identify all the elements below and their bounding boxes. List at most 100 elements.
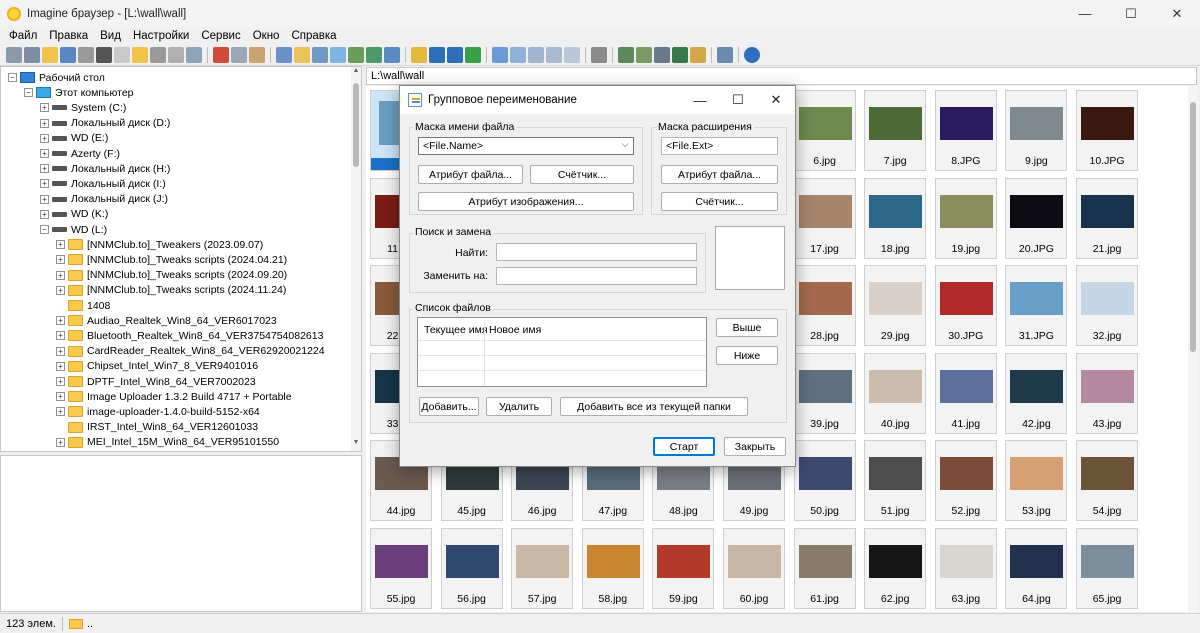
folder-tree-icon[interactable] — [294, 47, 310, 63]
save-icon[interactable] — [60, 47, 76, 63]
batch-icon[interactable] — [636, 47, 652, 63]
copy-icon[interactable] — [231, 47, 247, 63]
thumbnail-cell[interactable]: 10.JPG — [1076, 90, 1138, 171]
thumbnail-cell[interactable]: 62.jpg — [864, 527, 927, 609]
tree-item[interactable]: + Audiao_Realtek_Win8_64_VER6017023 — [56, 313, 277, 328]
properties-icon[interactable] — [114, 47, 130, 63]
extension-mask-field[interactable]: <File.Ext> — [661, 137, 778, 155]
up-folder-icon[interactable] — [411, 47, 427, 63]
move-up-button[interactable]: Выше — [716, 318, 778, 337]
thumbnail-cell[interactable]: 55.jpg — [370, 527, 432, 609]
thumbnail-cell[interactable]: 9.jpg — [1005, 90, 1068, 171]
info-icon[interactable] — [96, 47, 112, 63]
menu-window[interactable]: Окно — [247, 30, 286, 42]
tree-item[interactable]: + Локальный диск (I:) — [40, 176, 166, 191]
thumbnail-cell[interactable]: 50.jpg — [793, 440, 856, 521]
refresh-icon[interactable] — [465, 47, 481, 63]
tree-expander-icon[interactable]: + — [40, 149, 49, 158]
tree-expander-icon[interactable]: + — [56, 331, 65, 341]
thumbnail-cell[interactable]: 54.jpg — [1076, 440, 1138, 521]
move-down-button[interactable]: Ниже — [716, 346, 778, 365]
tree-expander-icon[interactable]: + — [56, 407, 65, 417]
small-icons-icon[interactable] — [510, 47, 526, 63]
menu-file[interactable]: Файл — [3, 30, 43, 42]
tree-expander-icon[interactable]: + — [40, 194, 49, 204]
thumbnail-cell[interactable]: 56.jpg — [440, 527, 503, 609]
tree-item[interactable]: + Локальный диск (J:) — [40, 192, 168, 207]
tree-expander-icon[interactable]: + — [40, 209, 49, 219]
open-folder-icon[interactable] — [42, 47, 58, 63]
menu-settings[interactable]: Настройки — [127, 30, 195, 42]
tree-item[interactable]: + [NNMClub.to]_Tweaks scripts (2024.11.24… — [56, 283, 286, 298]
tree-expander-icon[interactable]: + — [56, 270, 65, 280]
tree-expander-icon[interactable]: + — [56, 361, 65, 371]
help-icon[interactable] — [744, 47, 760, 63]
tree-item[interactable]: − Рабочий стол — [8, 70, 105, 85]
maximize-button[interactable]: ☐ — [1108, 0, 1154, 27]
film-icon[interactable] — [672, 47, 688, 63]
file-list[interactable]: Текущее имя Новое имя — [417, 317, 707, 387]
tree-expander-icon[interactable]: + — [40, 118, 49, 128]
thumbnail-cell[interactable]: 53.jpg — [1005, 440, 1068, 521]
thumbnail-cell[interactable]: 41.jpg — [934, 352, 997, 434]
print-icon[interactable] — [78, 47, 94, 63]
thumbnail-cell[interactable]: 29.jpg — [864, 265, 927, 346]
menu-service[interactable]: Сервис — [195, 30, 246, 42]
add-files-button[interactable]: Добавить... — [419, 397, 479, 416]
minimize-button[interactable]: — — [1062, 0, 1108, 27]
tree-item[interactable]: − WD (L:) — [40, 222, 107, 237]
thumbnail-cell[interactable]: 19.jpg — [934, 177, 997, 259]
dialog-close-button[interactable]: ✕ — [757, 86, 795, 114]
thumbnail-cell[interactable]: 60.jpg — [723, 527, 785, 609]
tree-item[interactable]: + WD (E:) — [40, 131, 108, 146]
filter-icon[interactable] — [348, 47, 364, 63]
thumbnail-cell[interactable]: 52.jpg — [934, 440, 997, 521]
window-icon[interactable] — [276, 47, 292, 63]
thumbnail-cell[interactable]: 64.jpg — [1005, 527, 1068, 609]
thumbnail-cell[interactable]: 65.jpg — [1076, 527, 1138, 609]
thumbnail-cell[interactable]: 58.jpg — [581, 527, 644, 609]
thumbnail-cell[interactable]: 61.jpg — [793, 527, 856, 609]
convert-icon[interactable] — [618, 47, 634, 63]
thumbnail-cell[interactable]: 40.jpg — [864, 352, 927, 434]
thumbnail-cell[interactable]: 6.jpg — [793, 90, 856, 171]
recycle-icon[interactable] — [186, 47, 202, 63]
ext-file-attribute-button[interactable]: Атрибут файла... — [661, 165, 778, 184]
add-all-from-folder-button[interactable]: Добавить все из текущей папки — [560, 397, 748, 416]
edit-icon[interactable] — [717, 47, 733, 63]
dialog-maximize-button[interactable]: ☐ — [719, 86, 757, 114]
close-button[interactable]: ✕ — [1154, 0, 1200, 27]
details-view-icon[interactable] — [546, 47, 562, 63]
tree-expander-icon[interactable]: + — [56, 346, 65, 356]
paste-icon[interactable] — [249, 47, 265, 63]
tree-item[interactable]: + [NNMClub.to]_Tweaks scripts (2024.09.20… — [56, 268, 287, 283]
tree-expander-icon[interactable]: + — [40, 179, 49, 189]
thumbnail-cell[interactable]: 21.jpg — [1076, 177, 1138, 259]
thumbnail-cell[interactable]: 8.JPG — [934, 90, 997, 171]
tree-item[interactable]: + Локальный диск (H:) — [40, 161, 170, 176]
thumbnail-cell[interactable]: 51.jpg — [864, 440, 927, 521]
thumbnail-cell[interactable]: 59.jpg — [652, 527, 715, 609]
tree-expander-icon[interactable]: + — [56, 285, 65, 295]
dialog-minimize-button[interactable]: — — [681, 86, 719, 114]
tree-item[interactable]: + WD (K:) — [40, 207, 108, 222]
tree-scrollbar[interactable]: ▲ ▼ — [351, 67, 361, 451]
tree-item[interactable]: + [NNMClub.to]_Tweaks scripts (2024.04.21… — [56, 252, 287, 267]
find-field[interactable] — [496, 243, 697, 261]
thumbnail-cell[interactable]: 20.JPG — [1005, 177, 1068, 259]
delete-icon[interactable] — [168, 47, 184, 63]
clock-icon[interactable] — [312, 47, 328, 63]
thumbnail-cell[interactable]: 57.jpg — [511, 527, 574, 609]
scroll-down-icon[interactable]: ▼ — [351, 439, 361, 451]
scroll-thumb[interactable] — [353, 83, 359, 167]
tree-expander-icon[interactable]: − — [24, 88, 33, 98]
cut-icon[interactable] — [213, 47, 229, 63]
replace-field[interactable] — [496, 267, 697, 285]
tree-item[interactable]: + System (C:) — [40, 100, 126, 115]
copy-to-icon[interactable] — [150, 47, 166, 63]
large-icons-icon[interactable] — [492, 47, 508, 63]
close-dialog-button[interactable]: Закрыть — [724, 437, 786, 456]
rename-icon[interactable] — [690, 47, 706, 63]
tree-item[interactable]: + MEI_Intel_15M_Win8_64_VER95101550 — [56, 435, 279, 450]
tree-expander-icon[interactable]: + — [56, 255, 65, 265]
